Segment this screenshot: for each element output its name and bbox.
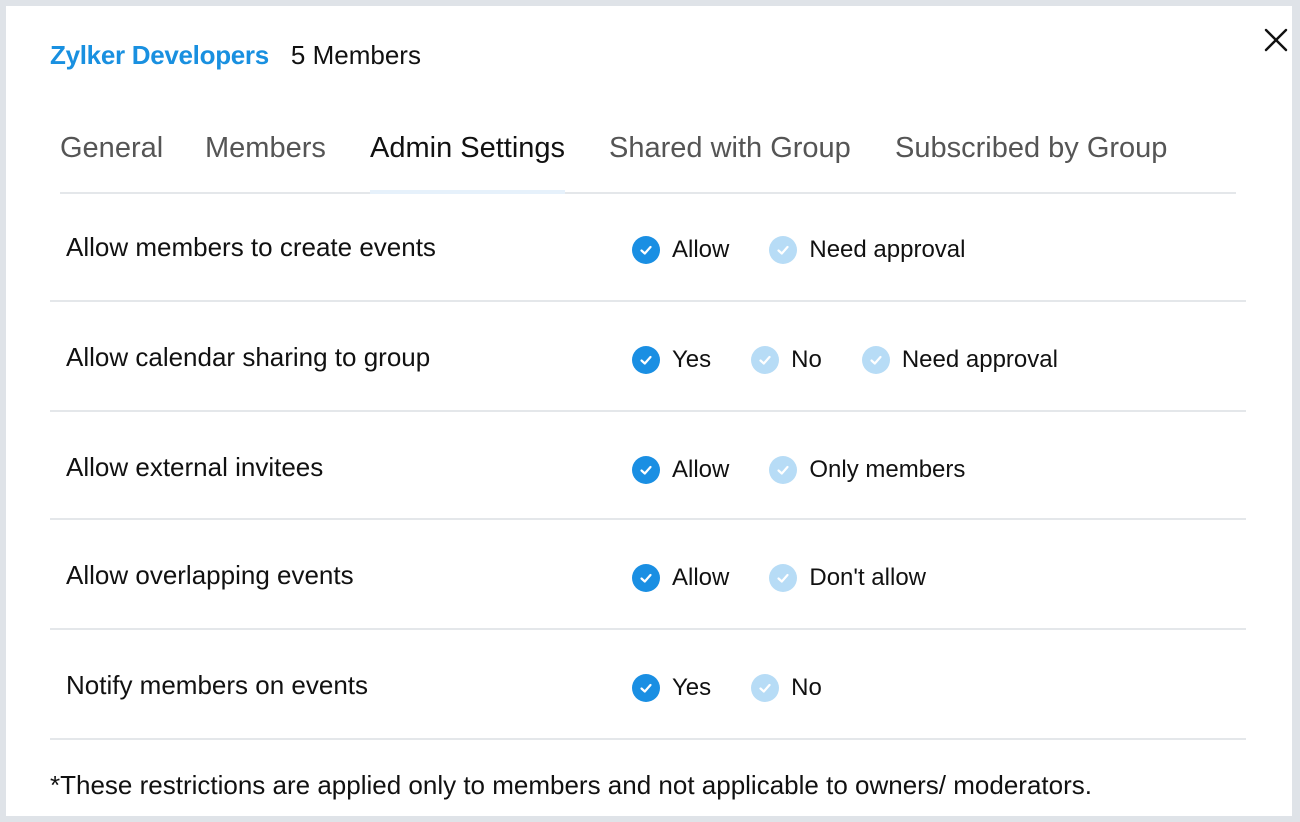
option-allow[interactable]: Allow	[632, 564, 729, 592]
restrictions-footnote: *These restrictions are applied only to …	[50, 770, 1092, 800]
option-label: No	[791, 346, 822, 373]
check-circle-icon	[632, 564, 660, 592]
group-name: Zylker Developers	[50, 40, 269, 70]
option-no[interactable]: No	[751, 346, 822, 374]
setting-options: Yes No	[632, 674, 862, 702]
option-label: Allow	[672, 564, 730, 591]
setting-row-notify-members: Notify members on events Yes No	[50, 630, 1246, 740]
check-circle-icon	[769, 564, 798, 592]
close-button[interactable]	[1260, 24, 1292, 56]
setting-label: Allow overlapping events	[66, 560, 354, 590]
tab-members[interactable]: Members	[205, 130, 326, 190]
admin-settings-list: Allow members to create events Allow Nee…	[50, 192, 1246, 740]
check-circle-icon	[632, 236, 660, 264]
check-circle-icon	[769, 456, 798, 484]
setting-options: Allow Don't allow	[632, 564, 966, 592]
option-need-approval[interactable]: Need approval	[769, 236, 965, 264]
setting-options: Allow Only members	[632, 456, 1005, 484]
option-no[interactable]: No	[751, 674, 822, 702]
option-need-approval[interactable]: Need approval	[861, 346, 1058, 374]
setting-row-calendar-sharing: Allow calendar sharing to group Yes No N…	[50, 302, 1246, 412]
setting-options: Yes No Need approval	[632, 346, 1098, 374]
option-label: Only members	[809, 456, 966, 483]
tab-admin-settings[interactable]: Admin Settings	[370, 130, 566, 194]
setting-row-external-invitees: Allow external invitees Allow Only membe…	[50, 412, 1246, 520]
tab-subscribed-by-group[interactable]: Subscribed by Group	[895, 130, 1167, 190]
member-count: 5 Members	[290, 40, 421, 70]
option-label: Don't allow	[809, 564, 926, 591]
check-circle-icon	[632, 456, 660, 484]
check-circle-icon	[861, 346, 890, 374]
check-circle-icon	[632, 346, 660, 374]
setting-label: Allow external invitees	[66, 452, 324, 482]
setting-label: Allow members to create events	[66, 232, 436, 262]
tab-shared-with-group[interactable]: Shared with Group	[609, 130, 851, 190]
setting-options: Allow Need approval	[632, 236, 1005, 264]
option-allow[interactable]: Allow	[632, 236, 729, 264]
option-dont-allow[interactable]: Don't allow	[769, 564, 926, 592]
group-settings-dialog: Zylker Developers 5 Members General Memb…	[6, 6, 1292, 816]
option-label: Allow	[672, 236, 730, 263]
check-circle-icon	[751, 346, 780, 374]
option-label: Yes	[672, 674, 712, 701]
option-label: Allow	[672, 456, 730, 483]
option-label: No	[791, 674, 822, 701]
tab-general[interactable]: General	[60, 130, 163, 190]
check-circle-icon	[769, 236, 798, 264]
check-circle-icon	[751, 674, 780, 702]
dialog-header: Zylker Developers 5 Members	[50, 40, 421, 80]
close-icon	[1264, 28, 1288, 52]
option-label: Yes	[672, 346, 712, 373]
option-yes[interactable]: Yes	[632, 346, 711, 374]
option-allow[interactable]: Allow	[632, 456, 729, 484]
tab-bar: General Members Admin Settings Shared wi…	[60, 130, 1236, 194]
setting-row-overlapping-events: Allow overlapping events Allow Don't all…	[50, 520, 1246, 630]
setting-row-create-events: Allow members to create events Allow Nee…	[50, 192, 1246, 302]
check-circle-icon	[632, 674, 660, 702]
option-only-members[interactable]: Only members	[769, 456, 965, 484]
setting-label: Notify members on events	[66, 670, 369, 700]
option-yes[interactable]: Yes	[632, 674, 711, 702]
setting-label: Allow calendar sharing to group	[66, 342, 431, 372]
option-label: Need approval	[809, 236, 966, 263]
option-label: Need approval	[901, 346, 1058, 373]
